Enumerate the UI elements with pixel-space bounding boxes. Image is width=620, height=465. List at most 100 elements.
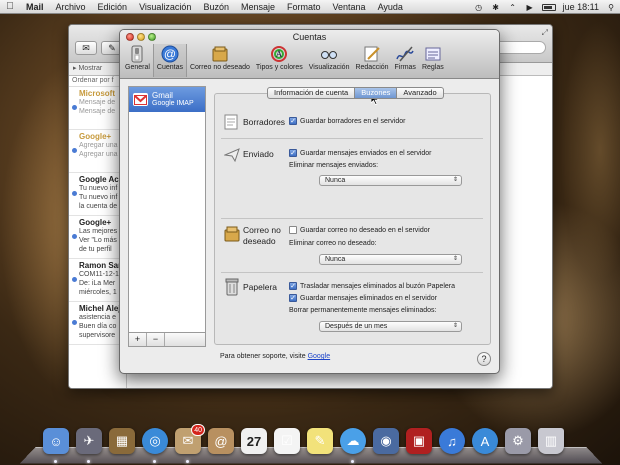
finder-icon[interactable]: ☺ — [42, 427, 70, 455]
checkbox-unchecked[interactable] — [289, 226, 297, 234]
drafts-icon — [223, 113, 241, 131]
add-account-button[interactable]: + — [129, 333, 147, 346]
message-snippet: Agregar una — [79, 142, 118, 149]
battery-icon[interactable] — [541, 3, 556, 11]
account-type: Google IMAP — [152, 100, 194, 107]
tool-viewing[interactable]: Visualización — [306, 44, 353, 77]
message-sender: Google+ — [79, 132, 112, 141]
app-store-icon[interactable]: A — [471, 427, 499, 455]
tool-accounts[interactable]: @ Cuentas — [152, 44, 187, 77]
menu-edicion[interactable]: Edición — [92, 2, 134, 12]
system-preferences-icon[interactable]: ⚙ — [504, 427, 532, 455]
trash-erase-select[interactable]: Después de un mes ⇕ — [319, 321, 462, 332]
menu-formato[interactable]: Formato — [281, 2, 327, 12]
account-row-gmail[interactable]: Gmail Google IMAP — [129, 87, 205, 112]
tool-fonts-colors[interactable]: A Tipos y colores — [253, 44, 306, 77]
launchpad-icon[interactable]: ✈ — [75, 427, 103, 455]
message-sender: Google+ — [79, 218, 112, 227]
volume-icon[interactable]: ▶ — [525, 3, 535, 12]
sent-store-checkbox[interactable]: ✓ Guardar mensajes enviados en el servid… — [289, 149, 432, 157]
tool-junk-mail[interactable]: Correo no deseado — [187, 44, 253, 77]
updown-arrows-icon: ⇕ — [452, 256, 458, 262]
mission-control-icon-glyph: ▦ — [109, 428, 135, 454]
sort-header[interactable]: Ordenar por f — [69, 76, 126, 87]
signature-icon — [396, 45, 414, 63]
spotlight-icon[interactable]: ⚲ — [606, 3, 616, 12]
menu-mensaje[interactable]: Mensaje — [235, 2, 281, 12]
message-sender: Michel Alej — [79, 304, 121, 313]
checkbox-checked[interactable]: ✓ — [289, 117, 297, 125]
list-item[interactable]: Google+ Agregar una Agregar una — [69, 130, 126, 173]
menu-buzon[interactable]: Buzón — [197, 2, 235, 12]
sent-erase-select[interactable]: Nunca ⇕ — [319, 175, 462, 186]
menu-clock[interactable]: jue 18:11 — [563, 2, 599, 12]
menu-ventana[interactable]: Ventana — [327, 2, 372, 12]
message-snippet: De: iLa Mer — [79, 280, 116, 287]
message-snippet: miércoles, 1 — [79, 289, 117, 296]
support-text: Para obtener soporte, visite Google — [220, 353, 330, 360]
tool-label: Tipos y colores — [255, 64, 303, 71]
tab-bar: Información de cuenta Buzones Avanzado — [267, 87, 444, 99]
trash-store-checkbox[interactable]: ✓ Guardar mensajes eliminados en el serv… — [289, 294, 437, 302]
drafts-store-checkbox[interactable]: ✓ Guardar borradores en el servidor — [289, 117, 405, 125]
trash-icon[interactable]: ▥ — [537, 427, 565, 455]
fullscreen-icon[interactable]: ⤢ — [542, 28, 548, 38]
mission-control-icon[interactable]: ▦ — [108, 427, 136, 455]
list-item[interactable]: Microsoft Mensaje de Mensaje de — [69, 87, 126, 130]
itunes-icon[interactable]: ♫ — [438, 427, 466, 455]
facetime-icon-glyph: ◉ — [373, 428, 399, 454]
unread-dot-icon — [72, 277, 77, 282]
checkbox-label: Guardar correo no deseado en el servidor — [300, 226, 430, 234]
apple-menu-icon[interactable]:  — [0, 1, 20, 12]
reminders-icon[interactable]: ☑ — [273, 427, 301, 455]
wifi-icon[interactable]: ⌃ — [508, 3, 518, 12]
notes-icon[interactable]: ✎ — [306, 427, 334, 455]
menu-extras: ◷ ✱ ⌃ ▶ jue 18:11 ⚲ — [474, 0, 616, 14]
account-name: Gmail — [152, 91, 173, 100]
tool-label: Redacción — [355, 64, 389, 71]
list-item[interactable]: Michel Alej asistencia e Buen día co superv… — [69, 302, 126, 345]
select-value: Nunca — [325, 177, 346, 184]
photo-booth-icon[interactable]: ▣ — [405, 427, 433, 455]
pref-toolbar: General @ Cuentas Correo no deseado A Ti… — [122, 44, 447, 77]
junk-erase-select[interactable]: Nunca ⇕ — [319, 254, 462, 265]
menu-app-mail[interactable]: Mail — [20, 2, 50, 12]
help-button[interactable]: ? — [477, 352, 491, 366]
tool-general[interactable]: General — [122, 44, 153, 77]
tool-signatures[interactable]: Firmas — [392, 44, 419, 77]
time-machine-icon[interactable]: ◷ — [474, 3, 484, 12]
tool-composing[interactable]: Redacción — [352, 44, 391, 77]
facetime-icon[interactable]: ◉ — [372, 427, 400, 455]
tab-advanced[interactable]: Avanzado — [397, 87, 444, 99]
mailbox-behaviors-panel: Borradores ✓ Guardar borradores en el se… — [214, 93, 491, 345]
checkbox-checked[interactable]: ✓ — [289, 149, 297, 157]
calendar-day: 27 — [241, 428, 267, 454]
show-mailboxes-label[interactable]: Mostrar — [78, 65, 102, 72]
checkbox-checked[interactable]: ✓ — [289, 282, 297, 290]
running-indicator — [351, 460, 354, 463]
safari-icon[interactable]: ◎ — [141, 427, 169, 455]
junk-store-checkbox[interactable]: Guardar correo no deseado en el servidor — [289, 226, 430, 234]
contacts-icon[interactable]: @ — [207, 427, 235, 455]
list-item[interactable]: Google Acc Tu nuevo inf Tu nuevo inf la cue… — [69, 173, 126, 216]
menu-ayuda[interactable]: Ayuda — [372, 2, 409, 12]
mail-icon[interactable]: ✉ 40 — [174, 424, 205, 455]
list-item[interactable]: Google+ Las mejores Ver "Lo más de tu perfi… — [69, 216, 126, 259]
checkbox-checked[interactable]: ✓ — [289, 294, 297, 302]
menu-visualizacion[interactable]: Visualización — [133, 2, 197, 12]
calendar-icon[interactable]: 27 — [240, 427, 268, 455]
get-mail-button[interactable]: ✉ — [75, 41, 97, 55]
messages-icon[interactable]: ☁ — [339, 427, 367, 455]
list-item[interactable]: Ramon Sar COM11-12-1 De: iLa Mer miércoles,… — [69, 259, 126, 302]
message-snippet: la cuenta de — [79, 203, 118, 210]
tool-rules[interactable]: Reglas — [419, 44, 447, 77]
trash-move-checkbox[interactable]: ✓ Trasladar mensajes eliminados al buzón… — [289, 282, 455, 290]
compose-icon — [363, 45, 381, 63]
tab-mailboxes[interactable]: Buzones — [355, 87, 398, 99]
message-sender: Microsoft — [79, 89, 115, 98]
menu-archivo[interactable]: Archivo — [50, 2, 92, 12]
tab-account-info[interactable]: Información de cuenta — [267, 87, 356, 99]
bluetooth-icon[interactable]: ✱ — [491, 3, 501, 12]
support-link[interactable]: Google — [308, 353, 331, 360]
remove-account-button[interactable]: − — [147, 333, 165, 346]
